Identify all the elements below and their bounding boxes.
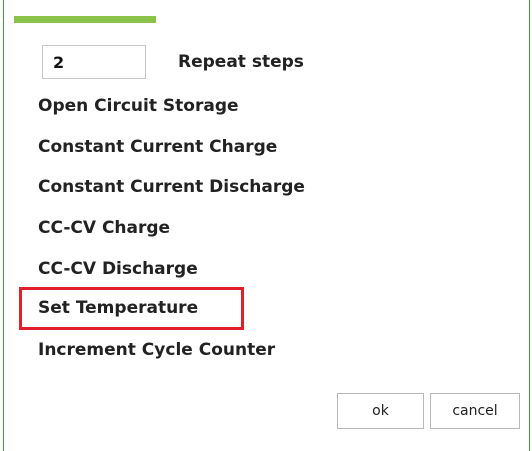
cancel-button[interactable]: cancel (430, 393, 520, 429)
step-cc-cv-discharge[interactable]: CC-CV Discharge (38, 259, 198, 279)
repeat-count-input[interactable] (42, 45, 146, 79)
step-cc-cv-charge[interactable]: CC-CV Charge (38, 218, 170, 238)
repeat-steps-label: Repeat steps (178, 52, 304, 72)
step-constant-current-charge[interactable]: Constant Current Charge (38, 137, 277, 157)
ok-button[interactable]: ok (337, 393, 424, 429)
step-set-temperature[interactable]: Set Temperature (38, 298, 198, 318)
step-constant-current-discharge[interactable]: Constant Current Discharge (38, 177, 305, 197)
accent-bar (14, 16, 156, 23)
step-increment-cycle-counter[interactable]: Increment Cycle Counter (38, 340, 275, 360)
step-open-circuit-storage[interactable]: Open Circuit Storage (38, 96, 239, 116)
